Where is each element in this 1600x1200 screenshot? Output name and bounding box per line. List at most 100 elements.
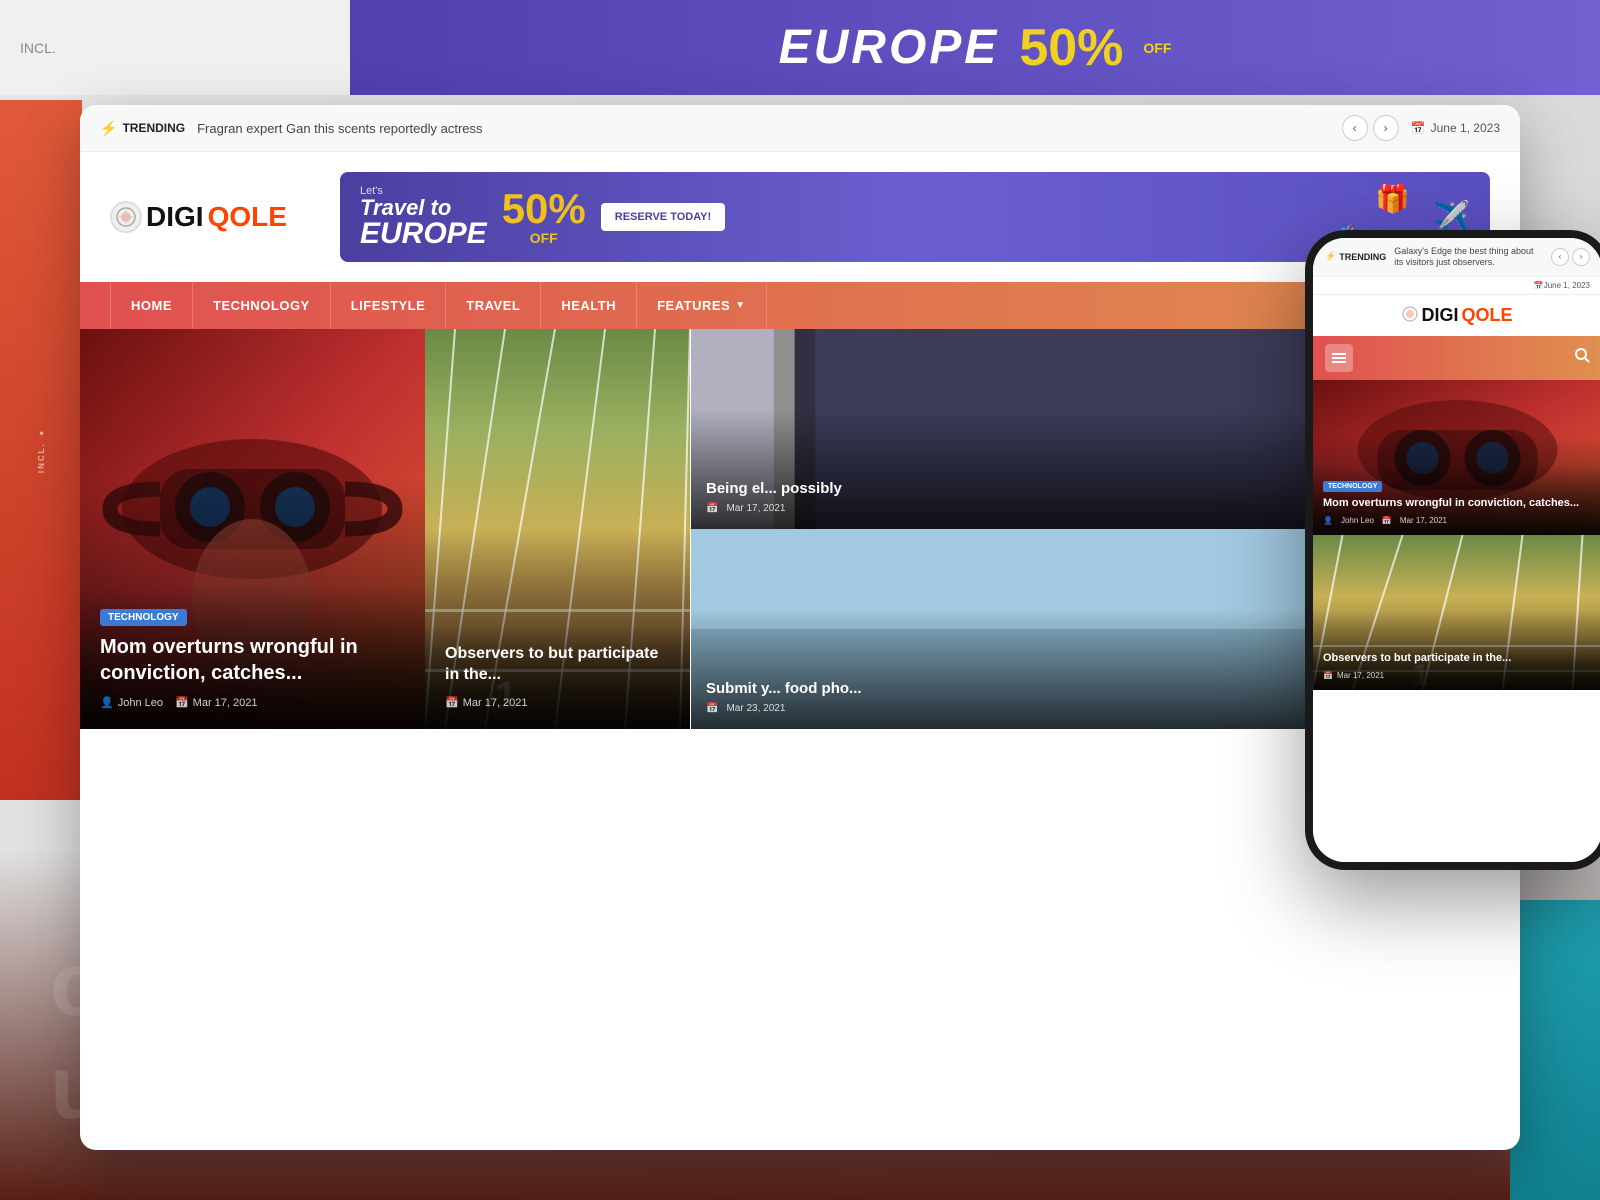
phone-hamburger-btn[interactable] [1325, 344, 1353, 372]
phone-article-1-meta: 👤 John Leo 📅 Mar 17, 2021 [1323, 516, 1592, 525]
article-1-title: Mom overturns wrongful in conviction, ca… [100, 634, 405, 686]
article-1-category: TECHNOLOGY [100, 609, 187, 626]
left-side-decoration: INCL. ● [0, 100, 82, 800]
trending-label: ⚡ TRENDING [100, 120, 185, 137]
ad-gift-icon: 🎁 [1375, 182, 1410, 215]
articles-grid: TECHNOLOGY Mom overturns wrongful in con… [80, 329, 1520, 729]
phone-date: June 1, 2023 [1544, 281, 1590, 290]
ad-percent: 50% [502, 188, 586, 230]
phone-calendar-icon: 📅 [1534, 281, 1544, 290]
trending-text-label: TRENDING [122, 121, 185, 135]
trending-bar: ⚡ TRENDING Fragran expert Gan this scent… [80, 105, 1520, 152]
phone-article-2-title: Observers to but participate in the... [1323, 652, 1592, 665]
article-2-meta: 📅 Mar 17, 2021 [445, 696, 670, 709]
phone-lightning-icon: ⚡ [1325, 251, 1336, 262]
logo-digi: DIGI [146, 201, 204, 233]
article-1-author-meta: 👤 John Leo [100, 696, 163, 709]
nav-lifestyle-label: LIFESTYLE [351, 298, 426, 313]
nav-health-label: HEALTH [561, 298, 616, 313]
phone-calendar-icon-1: 📅 [1382, 516, 1392, 525]
logo-qole: QOLE [208, 201, 287, 233]
header: DIGIQOLE Let's Travel to EUROPE 50% OFF … [80, 152, 1520, 282]
calendar-icon: 📅 [1411, 121, 1426, 135]
phone-article-2-overlay: Observers to but participate in the... 📅… [1313, 642, 1600, 689]
nav-features-label: FEATURES [657, 298, 730, 313]
phone-article-vr[interactable]: TECHNOLOGY Mom overturns wrongful in con… [1313, 380, 1600, 535]
phone-article-2-date: Mar 17, 2021 [1337, 671, 1384, 680]
article-3-date: Mar 17, 2021 [726, 503, 785, 514]
phone-trending-news: Galaxy's Edge the best thing about its v… [1394, 246, 1543, 268]
trending-news-text: Fragran expert Gan this scents reportedl… [197, 121, 1330, 136]
phone-search-btn[interactable] [1574, 347, 1590, 368]
article-1-date: Mar 17, 2021 [193, 697, 258, 709]
calendar-icon-2: 📅 [445, 696, 459, 709]
phone-trending-bar: ⚡ TRENDING Galaxy's Edge the best thing … [1313, 238, 1600, 277]
article-1-date-meta: 📅 Mar 17, 2021 [175, 696, 258, 709]
nav-technology-label: TECHNOLOGY [213, 298, 310, 313]
phone-trending-label: ⚡ TRENDING [1325, 251, 1386, 262]
user-icon: 👤 [100, 696, 114, 709]
nav-lifestyle[interactable]: LIFESTYLE [331, 282, 447, 329]
phone-logo[interactable]: DIGIQOLE [1313, 295, 1600, 336]
logo-icon [110, 201, 142, 233]
trending-prev-btn[interactable]: ‹ [1342, 115, 1368, 141]
phone-logo-icon [1402, 306, 1418, 325]
ad-travel: Travel to [360, 197, 487, 219]
bg-purple-banner: EUROPE 50% OFF [350, 0, 1600, 95]
date-display: 📅 June 1, 2023 [1411, 121, 1500, 135]
article-2-date-meta: 📅 Mar 17, 2021 [445, 696, 528, 709]
phone-logo-container: DIGIQOLE [1323, 305, 1592, 326]
phone-logo-qole: QOLE [1462, 305, 1513, 326]
trending-next-btn[interactable]: › [1373, 115, 1399, 141]
article-1-meta: 👤 John Leo 📅 Mar 17, 2021 [100, 696, 405, 709]
phone-article-1-author: John Leo [1341, 516, 1374, 525]
phone-next-btn[interactable]: › [1572, 248, 1590, 266]
phone-article-1-category: TECHNOLOGY [1323, 481, 1382, 492]
nav-home[interactable]: HOME [110, 282, 193, 329]
article-2-date: Mar 17, 2021 [463, 697, 528, 709]
article-1-author: John Leo [118, 697, 163, 709]
phone-trending-nav: ‹ › [1551, 248, 1590, 266]
ad-off: OFF [530, 230, 558, 246]
article-card-2[interactable]: 1 Observers to but participate in the...… [425, 329, 690, 729]
trending-nav: ‹ › [1342, 115, 1399, 141]
ad-reserve-btn[interactable]: RESERVE TODAY! [601, 203, 725, 231]
calendar-icon-3: 📅 [706, 503, 718, 514]
phone-article-track[interactable]: 1 Observers to but participate in the...… [1313, 535, 1600, 690]
phone-logo-digi: DIGI [1421, 305, 1458, 326]
right-teal-overlay [1510, 900, 1600, 1200]
nav-health[interactable]: HEALTH [541, 282, 637, 329]
nav-bar: HOME TECHNOLOGY LIFESTYLE TRAVEL HEALTH … [80, 282, 1520, 329]
date-text: June 1, 2023 [1431, 121, 1500, 135]
article-1-overlay: TECHNOLOGY Mom overturns wrongful in con… [80, 587, 425, 729]
ad-percent-block: 50% OFF [502, 188, 586, 246]
phone-header-bar [1313, 336, 1600, 380]
nav-travel-label: TRAVEL [466, 298, 520, 313]
phone-prev-btn[interactable]: ‹ [1551, 248, 1569, 266]
lightning-icon: ⚡ [100, 120, 117, 137]
phone-article-1-title: Mom overturns wrongful in conviction, ca… [1323, 497, 1592, 510]
logo[interactable]: DIGIQOLE [110, 201, 310, 233]
article-2-overlay: Observers to but participate in the... 📅… [425, 624, 690, 729]
phone-article-1-date: Mar 17, 2021 [1400, 516, 1447, 525]
phone-article-1-overlay: TECHNOLOGY Mom overturns wrongful in con… [1313, 465, 1600, 534]
phone-mockup: ⚡ TRENDING Galaxy's Edge the best thing … [1305, 230, 1600, 870]
ad-text-left: Let's Travel to EUROPE [360, 185, 487, 249]
bg-left-area: INCL. [0, 0, 350, 95]
bg-top-bar: EUROPE 50% OFF INCL. [0, 0, 1600, 95]
side-decoration-text: INCL. ● [37, 427, 46, 473]
phone-date-bar: 📅 June 1, 2023 [1313, 277, 1600, 295]
nav-features[interactable]: FEATURES ▼ [637, 282, 767, 329]
bg-label: INCL. [20, 40, 56, 56]
bg-off-text: OFF [1143, 40, 1171, 56]
phone-article-2-meta: 📅 Mar 17, 2021 [1323, 671, 1592, 680]
article-4-date: Mar 23, 2021 [726, 703, 785, 714]
article-card-1[interactable]: TECHNOLOGY Mom overturns wrongful in con… [80, 329, 425, 729]
nav-travel[interactable]: TRAVEL [446, 282, 541, 329]
bg-europe-text: EUROPE [779, 20, 1000, 75]
nav-features-dropdown-icon: ▼ [735, 300, 745, 311]
nav-home-label: HOME [131, 298, 172, 313]
ad-europe: EUROPE [360, 219, 487, 249]
bg-percent-text: 50% [1019, 18, 1123, 78]
nav-technology[interactable]: TECHNOLOGY [193, 282, 331, 329]
